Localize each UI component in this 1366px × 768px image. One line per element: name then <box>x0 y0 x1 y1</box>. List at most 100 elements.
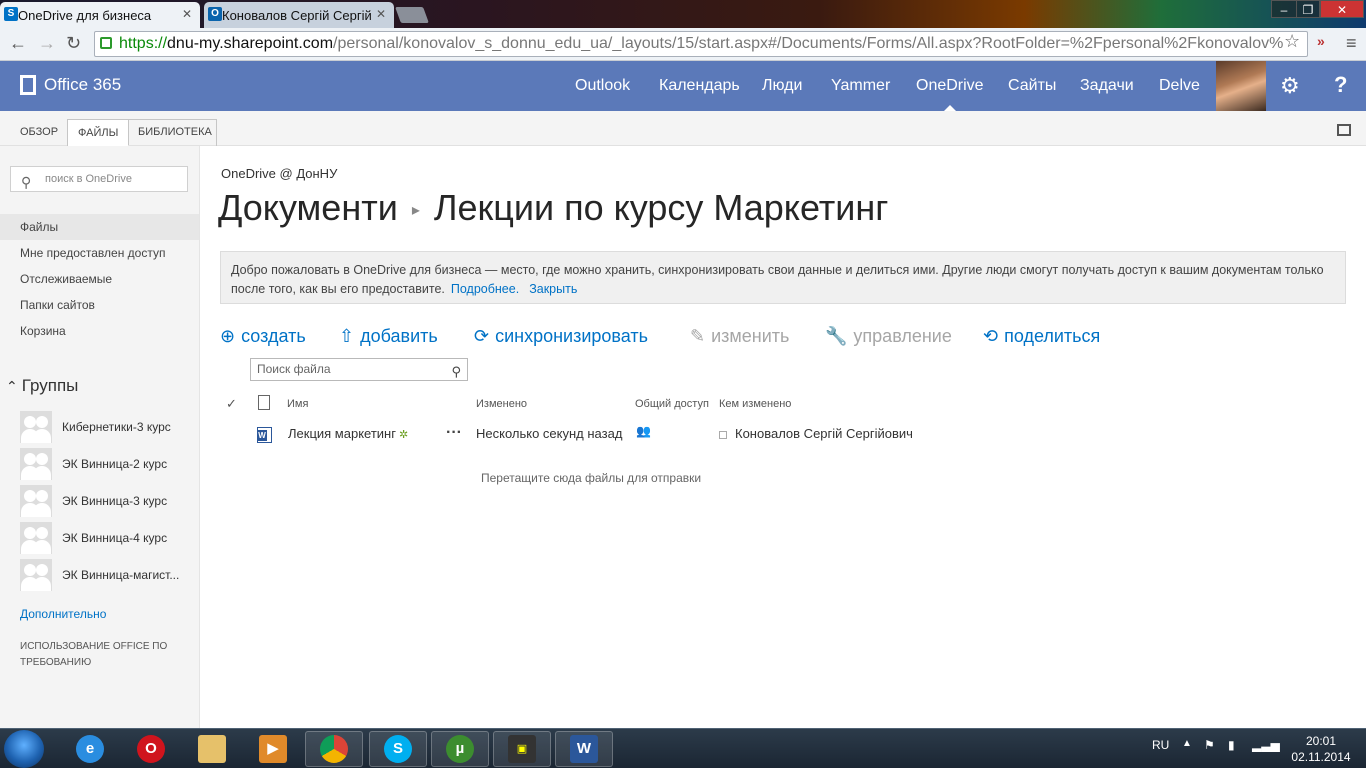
close-tab-icon[interactable]: ✕ <box>182 7 192 21</box>
site-breadcrumb[interactable]: OneDrive @ ДонНУ <box>221 166 337 181</box>
show-hidden-icons-icon[interactable]: ▲ <box>1182 738 1192 749</box>
shared-people-icon[interactable]: 👥 <box>636 424 651 438</box>
sync-command-button[interactable]: ⟳ синхронизировать <box>474 323 648 349</box>
user-avatar[interactable] <box>1216 61 1266 111</box>
file-name-link[interactable]: Лекция маркетинг ✲ <box>288 426 408 441</box>
upload-command-button[interactable]: ⇧ добавить <box>339 323 438 349</box>
nav-item-files[interactable]: Файлы <box>0 214 199 240</box>
file-modified-by[interactable]: Коновалов Сергій Сергійович <box>735 426 913 441</box>
column-header-name[interactable]: Имя <box>287 398 308 410</box>
group-people-icon <box>20 485 52 517</box>
dismiss-notice-link[interactable]: Закрыть <box>529 282 577 296</box>
groups-heading[interactable]: ⌃ Группы <box>6 376 78 396</box>
help-icon[interactable]: ? <box>1334 72 1347 98</box>
settings-gear-icon[interactable]: ⚙ <box>1280 73 1300 99</box>
onedrive-search-input[interactable]: ⚲ поиск в OneDrive <box>10 166 188 192</box>
action-center-flag-icon[interactable]: ⚑ <box>1204 738 1215 752</box>
taskbar-media-player[interactable]: ▶ <box>244 731 302 767</box>
system-clock[interactable]: 20:01 02.11.2014 <box>1288 733 1354 765</box>
back-arrow-icon[interactable]: ← <box>9 33 27 54</box>
nav-item-site-folders[interactable]: Папки сайтов <box>0 292 199 318</box>
bookmark-star-icon[interactable]: ☆ <box>1284 31 1300 52</box>
sync-icon: ⟳ <box>474 325 490 346</box>
more-groups-link[interactable]: Дополнительно <box>20 607 106 621</box>
learn-more-link[interactable]: Подробнее. <box>451 282 519 296</box>
share-command-button[interactable]: ⟲ поделиться <box>983 323 1100 349</box>
office365-logo[interactable]: Office 365 <box>20 75 121 95</box>
network-signal-icon[interactable]: ▂▃▅ <box>1252 738 1280 752</box>
suite-nav-sites[interactable]: Сайты <box>1008 61 1056 111</box>
group-item[interactable]: Кибернетики-3 курс <box>20 411 171 443</box>
power-icon[interactable]: ▮ <box>1228 738 1235 752</box>
browser-tab-onedrive[interactable]: S OneDrive для бизнеса ✕ <box>0 2 200 28</box>
nav-item-shared-with-me[interactable]: Мне предоставлен доступ <box>0 240 199 266</box>
folder-icon <box>198 735 226 763</box>
search-icon[interactable]: ⚲ <box>451 361 461 382</box>
pencil-icon: ✎ <box>690 325 706 346</box>
group-item[interactable]: ЭК Винница-4 курс <box>20 522 167 554</box>
extensions-overflow-icon[interactable]: » <box>1317 33 1325 49</box>
browser-tab-title: OneDrive для бизнеса <box>18 7 152 23</box>
windows-start-button[interactable] <box>4 730 44 768</box>
address-bar[interactable]: https://dnu-my.sharepoint.com/personal/k… <box>94 31 1308 57</box>
group-people-icon <box>20 411 52 443</box>
taskbar-chrome[interactable] <box>305 731 363 767</box>
outlook-favicon-icon: O <box>208 7 222 21</box>
breadcrumb-current-folder: Лекции по курсу Маркетинг <box>433 187 889 228</box>
forward-arrow-icon[interactable]: → <box>38 33 56 54</box>
taskbar-word[interactable]: W <box>555 731 613 767</box>
taskbar-opera[interactable]: O <box>122 731 180 767</box>
ribbon-tab-browse[interactable]: ОБЗОР <box>10 119 68 146</box>
clock-time: 20:01 <box>1305 734 1337 748</box>
focus-on-content-icon[interactable] <box>1337 124 1351 136</box>
new-command-button[interactable]: ⊕ создать <box>220 323 306 349</box>
breadcrumb-root[interactable]: Документи <box>218 187 398 228</box>
column-header-modified[interactable]: Изменено <box>476 398 527 410</box>
suite-nav-delve[interactable]: Delve <box>1159 61 1200 111</box>
group-item[interactable]: ЭК Винница-3 курс <box>20 485 167 517</box>
office-on-demand-link[interactable]: ИСПОЛЬЗОВАНИЕ OFFICE ПО ТРЕБОВАНИЮ <box>20 639 180 671</box>
word-icon: W <box>570 735 598 763</box>
suite-nav-calendar[interactable]: Календарь <box>659 61 740 111</box>
close-window-button[interactable]: ✕ <box>1320 0 1364 18</box>
suite-nav-yammer[interactable]: Yammer <box>831 61 890 111</box>
suite-nav-tasks[interactable]: Задачи <box>1080 61 1134 111</box>
groups-heading-label: Группы <box>21 376 79 395</box>
select-all-checkmark-icon[interactable]: ✓ <box>226 396 237 412</box>
command-label: поделиться <box>1004 325 1101 346</box>
nav-item-recycle-bin[interactable]: Корзина <box>0 318 199 344</box>
media-player-icon: ▶ <box>259 735 287 763</box>
browser-menu-icon[interactable]: ≡ <box>1346 33 1357 54</box>
file-search-input[interactable]: Поиск файла ⚲ <box>250 358 468 381</box>
column-header-modified-by[interactable]: Кем изменено <box>719 398 791 410</box>
edit-command-button[interactable]: ✎ изменить <box>690 323 789 349</box>
more-options-icon[interactable]: ··· <box>446 424 462 442</box>
minimize-window-button[interactable]: ‒ <box>1271 0 1297 18</box>
utorrent-icon: µ <box>446 735 474 763</box>
new-tab-button[interactable] <box>395 7 429 23</box>
suite-nav-people[interactable]: Люди <box>762 61 802 111</box>
browser-tab-outlook[interactable]: O Коновалов Сергій Сергій ✕ <box>204 2 394 28</box>
taskbar-explorer[interactable] <box>183 731 241 767</box>
taskbar-internet-explorer[interactable]: e <box>61 731 119 767</box>
column-header-sharing[interactable]: Общий доступ <box>635 398 709 410</box>
browser-tabstrip: S OneDrive для бизнеса ✕ O Коновалов Сер… <box>0 0 1366 28</box>
reload-icon[interactable]: ↻ <box>66 33 81 54</box>
close-tab-icon[interactable]: ✕ <box>376 7 386 21</box>
share-icon: ⟲ <box>983 325 999 346</box>
suite-nav-onedrive[interactable]: OneDrive <box>916 61 984 111</box>
manage-command-button[interactable]: 🔧 управление <box>825 323 952 349</box>
suite-nav-outlook[interactable]: Outlook <box>575 61 630 111</box>
table-row[interactable]: Лекция маркетинг✲ ··· Несколько секунд н… <box>220 420 1346 448</box>
new-item-icon: ✲ <box>398 429 409 441</box>
restore-window-button[interactable]: ❐ <box>1296 0 1320 18</box>
taskbar-app-monitor[interactable]: ▣ <box>493 731 551 767</box>
group-item[interactable]: ЭК Винница-2 курс <box>20 448 167 480</box>
group-item[interactable]: ЭК Винница-магист... <box>20 559 179 591</box>
taskbar-utorrent[interactable]: µ <box>431 731 489 767</box>
taskbar-skype[interactable]: S <box>369 731 427 767</box>
command-label: управление <box>853 325 952 346</box>
input-language-indicator[interactable]: RU <box>1152 738 1169 752</box>
left-navigation: ⚲ поиск в OneDrive Файлы Мне предоставле… <box>0 146 200 728</box>
nav-item-followed[interactable]: Отслеживаемые <box>0 266 199 292</box>
